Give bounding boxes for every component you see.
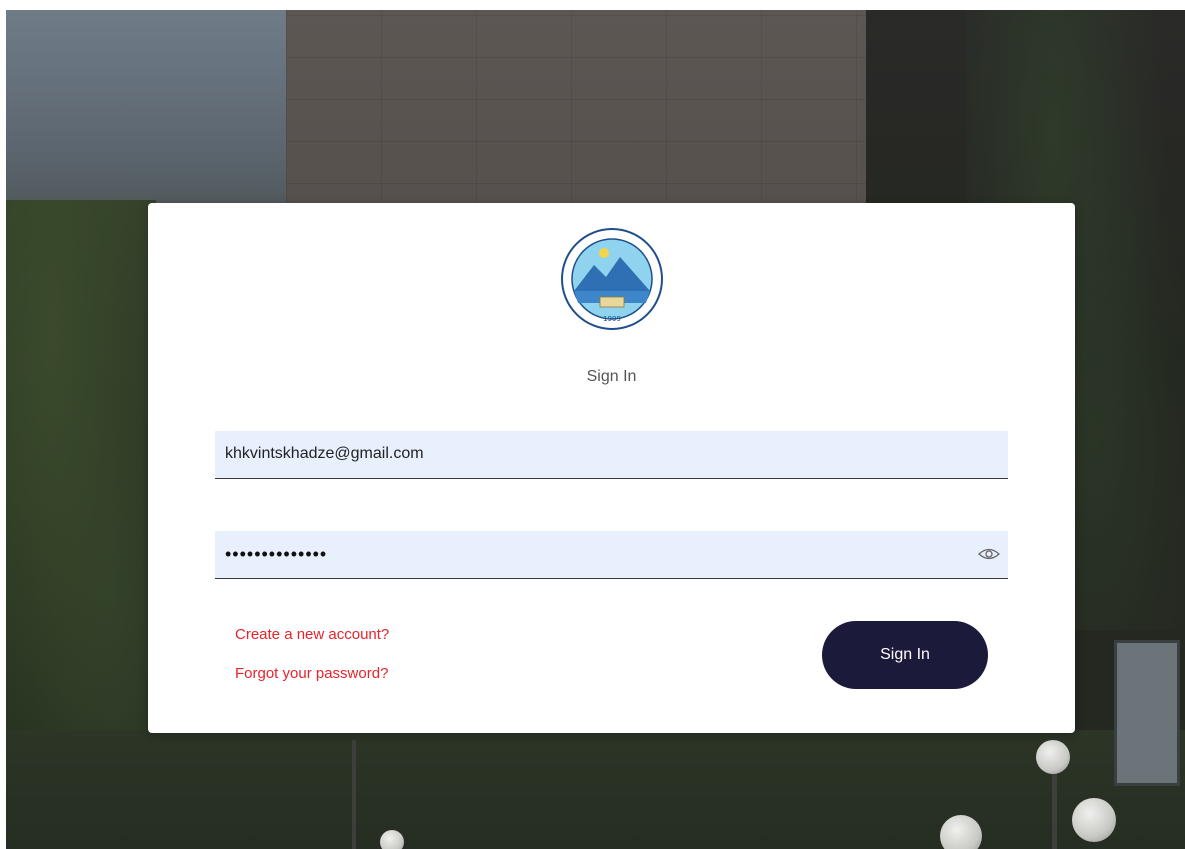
street-lamp [380,830,404,849]
lamp-pole [1052,770,1057,849]
page-title: Sign In [586,368,637,385]
eye-icon[interactable] [978,545,1000,563]
street-lamp [940,815,982,849]
create-account-link[interactable]: Create a new account? [235,626,389,643]
sign-in-card: 1999 Sign In Create a new account? Forgo… [148,203,1075,733]
svg-text:1999: 1999 [603,315,621,323]
email-input[interactable] [225,431,965,477]
password-field-container [215,531,1008,579]
background-trees-bottom [6,730,1185,849]
password-input[interactable] [225,531,965,577]
lamp-pole [352,740,356,849]
street-lamp [1072,798,1116,842]
sign-in-button[interactable]: Sign In [822,621,988,689]
background-window [1114,640,1180,786]
university-seal-icon: 1999 [561,228,663,330]
forgot-password-link[interactable]: Forgot your password? [235,665,388,682]
email-field-container [215,431,1008,479]
street-lamp [1036,740,1070,774]
